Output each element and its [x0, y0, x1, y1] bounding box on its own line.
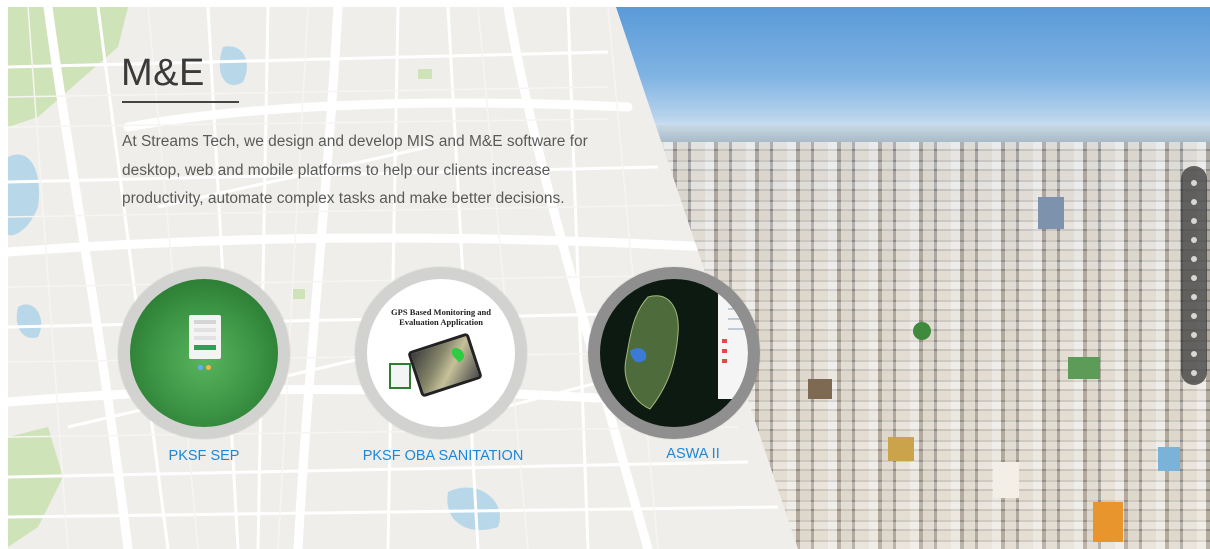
pksf-sep-screenshot[interactable] — [130, 279, 278, 427]
scroll-dot[interactable] — [1191, 218, 1197, 224]
tree — [913, 322, 931, 340]
title-underline — [122, 101, 239, 103]
thumb-title: GPS Based Monitoring and Evaluation Appl… — [391, 307, 491, 327]
building — [888, 437, 914, 461]
scroll-dot[interactable] — [1191, 199, 1197, 205]
hero-section: M&E At Streams Tech, we design and devel… — [8, 7, 1210, 549]
scroll-dot[interactable] — [1191, 294, 1197, 300]
scroll-dot[interactable] — [1191, 370, 1197, 376]
phone-map-icon — [407, 332, 483, 398]
aswa-map-screenshot[interactable] — [600, 279, 748, 427]
project-thumb-ring — [588, 267, 760, 439]
building — [808, 379, 832, 399]
scroll-dot[interactable] — [1191, 237, 1197, 243]
project-thumb-ring — [118, 267, 290, 439]
project-link-pksf-sep[interactable]: PKSF SEP — [169, 448, 240, 464]
scroll-dot[interactable] — [1191, 275, 1197, 281]
building — [1158, 447, 1180, 471]
logo-icon — [389, 363, 411, 389]
building — [1068, 357, 1100, 379]
project-link-pksf-oba-sanitation[interactable]: PKSF OBA SANITATION — [363, 448, 524, 464]
region-map — [624, 289, 748, 410]
scroll-dot[interactable] — [1191, 351, 1197, 357]
gps-monitoring-app-thumb[interactable]: GPS Based Monitoring and Evaluation Appl… — [367, 279, 515, 427]
project-thumb-ring: GPS Based Monitoring and Evaluation Appl… — [355, 267, 527, 439]
building — [1038, 197, 1064, 229]
section-scroll-indicator[interactable] — [1181, 166, 1207, 385]
login-card — [189, 315, 221, 359]
project-link-aswa-ii[interactable]: ASWA II — [666, 446, 719, 462]
building — [993, 462, 1019, 498]
scroll-dot[interactable] — [1191, 313, 1197, 319]
intro-paragraph: At Streams Tech, we design and develop M… — [122, 133, 588, 207]
page-title: M&E — [121, 52, 205, 94]
scroll-dot[interactable] — [1191, 180, 1197, 186]
scroll-dot[interactable] — [1191, 332, 1197, 338]
scroll-dot[interactable] — [1191, 256, 1197, 262]
building — [1093, 502, 1123, 542]
